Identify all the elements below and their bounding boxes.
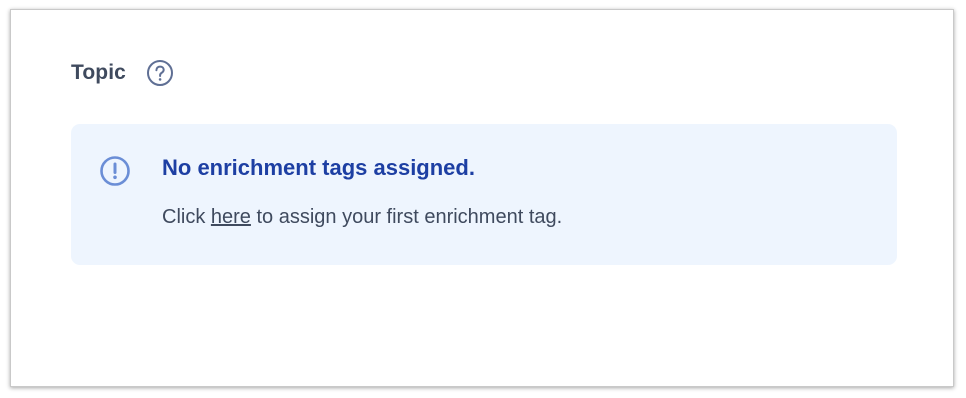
- page: Topic No enrichment tags assigned. Click…: [0, 0, 966, 398]
- empty-state-notice: No enrichment tags assigned. Click here …: [71, 124, 897, 265]
- topic-card: Topic No enrichment tags assigned. Click…: [10, 9, 954, 387]
- exclamation-circle-icon: [99, 155, 131, 187]
- notice-body-suffix: to assign your first enrichment tag.: [250, 206, 563, 228]
- notice-title: No enrichment tags assigned.: [162, 155, 475, 180]
- question-circle-icon[interactable]: [146, 59, 174, 87]
- assign-tag-link[interactable]: here: [211, 206, 251, 228]
- section-title: Topic: [71, 61, 126, 84]
- notice-message: Click here to assign your first enrichme…: [162, 206, 562, 229]
- section-header: Topic: [71, 58, 174, 88]
- notice-body-prefix: Click: [162, 206, 211, 228]
